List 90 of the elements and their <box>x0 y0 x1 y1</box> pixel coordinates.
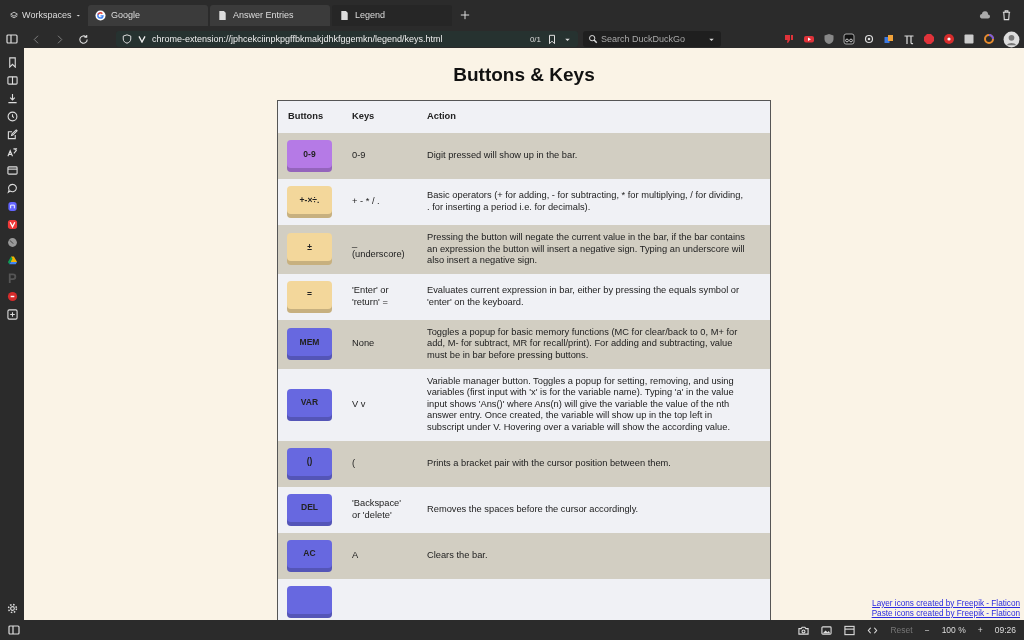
bookmark-icon[interactable] <box>547 33 557 45</box>
thumbs-down-icon[interactable] <box>783 33 795 45</box>
key-text: A <box>342 532 417 579</box>
key-text: V v <box>342 368 417 441</box>
url-text: chrome-extension://jphcekciinpkpgffbkmakjdhkfggemkn/legend/keys.html <box>152 34 444 44</box>
cloud-icon[interactable] <box>978 9 991 21</box>
zoom-level: 100 % <box>941 625 966 635</box>
action-text: Prints a bracket pair with the cursor position between them. <box>417 440 771 487</box>
reload-icon[interactable] <box>78 33 89 45</box>
calculator-key: MEM <box>287 328 332 361</box>
clock-time: 09:26 <box>994 625 1016 635</box>
column-header: Keys <box>342 100 417 133</box>
record-icon[interactable] <box>943 33 955 45</box>
search-icon <box>588 34 598 44</box>
download-icon[interactable] <box>6 93 18 104</box>
bookmark-icon[interactable] <box>6 57 18 68</box>
add-panel-icon[interactable] <box>6 309 18 320</box>
browser-tab[interactable]: Legend <box>332 4 452 26</box>
forward-icon[interactable] <box>55 33 64 45</box>
calculator-key: +-×÷. <box>287 186 332 218</box>
translate-icon[interactable] <box>6 147 18 158</box>
target-icon[interactable] <box>863 33 875 45</box>
search-field[interactable]: Search DuckDuckGo <box>583 31 721 47</box>
image-icon[interactable] <box>821 624 833 636</box>
action-text: Pressing the button will negate the current value in the bar, if the bar contains an expression the button will insert a negative sign. Typing an underscore will also insert a negative sign. <box>417 225 771 274</box>
address-bar[interactable]: chrome-extension://jphcekciinpkpgffbkmakjdhkfggemkn/legend/keys.html 0/1 <box>116 31 578 47</box>
key-text: 0-9 <box>342 133 417 179</box>
page-icon <box>217 9 228 21</box>
avatar-icon[interactable] <box>1003 30 1020 48</box>
v-logo-icon[interactable] <box>6 219 18 230</box>
shield-icon[interactable] <box>823 33 835 45</box>
column-header: Action <box>417 100 771 133</box>
camera-icon[interactable] <box>798 624 810 636</box>
credit-link[interactable]: Paste icons created by Freepik - Flaticon <box>871 609 1020 619</box>
zoom-out-button[interactable]: − <box>924 625 930 635</box>
action-text: Removes the spaces before the cursor accordingly. <box>417 486 771 533</box>
window-icon[interactable] <box>844 624 856 636</box>
credit-link[interactable]: Layer icons created by Freepik - Flaticon <box>872 599 1020 609</box>
glasses-icon[interactable] <box>843 33 855 45</box>
google-icon <box>95 9 106 21</box>
play-icon[interactable] <box>803 33 815 45</box>
mastodon-icon[interactable] <box>6 201 18 212</box>
ring-icon[interactable] <box>983 33 995 45</box>
calculator-key: 0-9 <box>287 140 332 172</box>
new-tab-button[interactable] <box>460 10 470 20</box>
workspaces-button[interactable]: Workspaces <box>6 9 86 21</box>
calculator-key: DEL <box>287 493 332 526</box>
stop-sign-icon[interactable] <box>923 33 935 45</box>
action-text: Basic operators (+ for adding, - for subtracting, * for multiplying, / for dividing, . for inserting a period i.e. for decimals). <box>417 179 771 225</box>
square-icon[interactable] <box>963 33 975 45</box>
action-text: Variable manager button. Toggles a popup for setting, removing, and using variables (first input with 'x' is for the variable name). Typing 'a' in the value input shows 'Ans()' where Ans(n) will give the variable the value of the nth answer entry. Once created, the variable will show up in the top left in subscript under V. Hovering over a variable will show the according value. <box>417 368 771 441</box>
action-text: Toggles a popup for basic memory functions (MC for clear/back to 0, M+ for add, M- for subtract, MR for recall/print). For adding and subtracting, value must be in bar before pressing buttons. <box>417 319 771 369</box>
key-text: 'Enter' or 'return' = <box>342 273 417 320</box>
find-count: 0/1 <box>529 34 541 44</box>
chat-icon[interactable] <box>6 183 18 194</box>
key-text: ( <box>342 440 417 487</box>
clock-icon[interactable] <box>6 111 18 122</box>
trash-icon[interactable] <box>1001 9 1012 21</box>
v-logo-icon <box>138 35 146 43</box>
layers-icon <box>10 9 19 21</box>
action-text: Digit pressed will show up in the bar. <box>417 133 771 179</box>
browser-tab[interactable]: Answer Entries <box>210 4 330 26</box>
shield-icon <box>122 34 132 44</box>
pi-icon[interactable] <box>903 33 915 45</box>
calculator-key: ± <box>287 233 332 266</box>
action-text: Clears the bar. <box>417 532 771 579</box>
zoom-in-button[interactable]: + <box>977 625 983 635</box>
key-text: 'Backspace' or 'delete' <box>342 486 417 533</box>
book-icon[interactable] <box>6 75 18 86</box>
browser-tab[interactable]: Google <box>88 4 208 26</box>
calculator-key: VAR <box>287 388 332 421</box>
calculator-key: = <box>287 280 332 313</box>
action-text: Evaluates current expression in bar, either by pressing the equals symbol or 'enter' on the keyboard. <box>417 273 771 320</box>
record-icon[interactable] <box>6 291 18 302</box>
key-text: None <box>342 319 417 369</box>
note-icon[interactable] <box>6 129 18 140</box>
back-icon[interactable] <box>32 33 41 45</box>
plus-icon <box>460 10 470 20</box>
settings-icon[interactable] <box>6 603 18 614</box>
column-header: Buttons <box>277 100 342 133</box>
calculator-key: () <box>287 447 332 480</box>
panel-icon[interactable] <box>6 33 18 45</box>
triangle-icon[interactable] <box>6 255 18 266</box>
page-title: Buttons & Keys <box>453 64 595 86</box>
window-icon[interactable] <box>6 165 18 176</box>
calculator-key: AC <box>287 539 332 572</box>
page-icon <box>339 9 350 21</box>
key-text: _ (underscore) <box>342 225 417 274</box>
panel-icon[interactable] <box>8 624 20 636</box>
key-text: + - * / . <box>342 179 417 225</box>
